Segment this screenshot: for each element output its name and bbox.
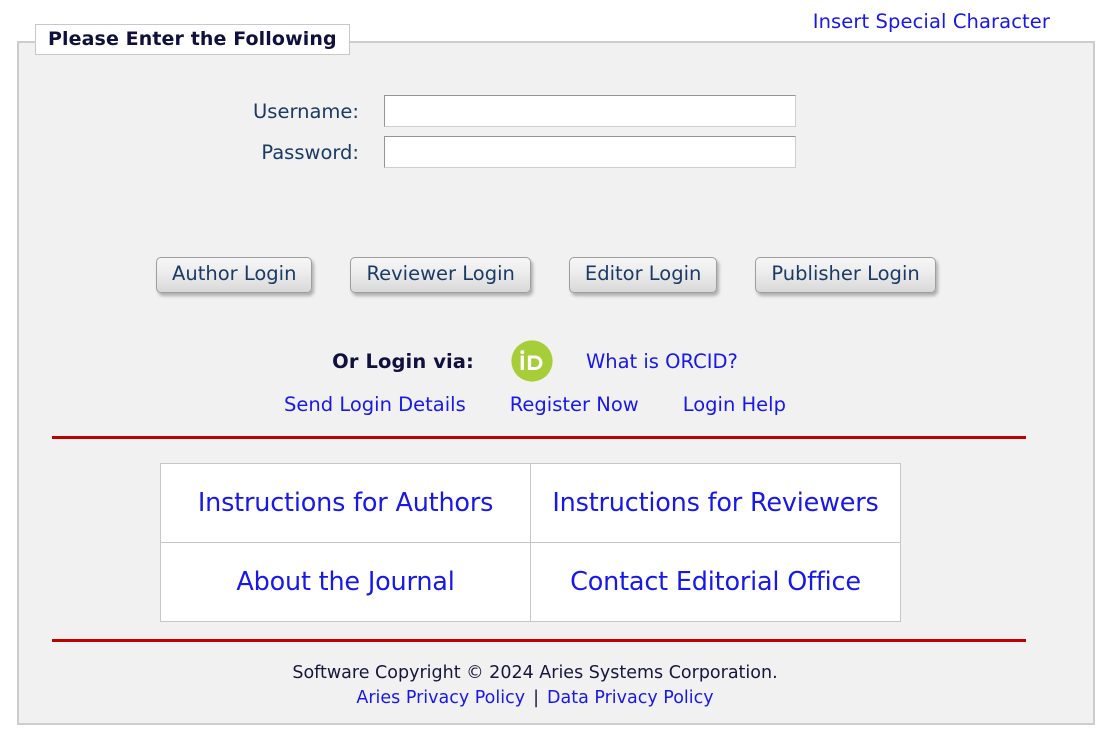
aries-privacy-policy-link[interactable]: Aries Privacy Policy [356, 688, 525, 708]
data-privacy-policy-link[interactable]: Data Privacy Policy [547, 688, 714, 708]
instructions-for-reviewers-cell[interactable]: Instructions for Reviewers [530, 463, 901, 543]
username-label: Username: [253, 99, 359, 123]
orcid-login-row: Or Login via: What is ORCID? [19, 339, 1093, 383]
credentials-form: Username: Password: [19, 95, 1093, 177]
send-login-details-link[interactable]: Send Login Details [284, 393, 466, 416]
editor-login-button[interactable]: Editor Login [568, 257, 718, 294]
instructions-for-authors-link[interactable]: Instructions for Authors [198, 488, 494, 518]
about-the-journal-link[interactable]: About the Journal [236, 567, 454, 597]
about-the-journal-cell[interactable]: About the Journal [160, 542, 531, 622]
password-input[interactable] [384, 136, 796, 168]
divider-top [52, 436, 1026, 439]
username-row: Username: [19, 95, 1093, 127]
password-label: Password: [261, 140, 359, 164]
insert-special-character-link[interactable]: Insert Special Character [813, 10, 1050, 33]
contact-editorial-office-cell[interactable]: Contact Editorial Office [530, 542, 901, 622]
orcid-id-icon[interactable] [510, 339, 554, 383]
what-is-orcid-link[interactable]: What is ORCID? [586, 350, 738, 373]
resource-links-table: Instructions for Authors Instructions fo… [160, 463, 901, 622]
instructions-for-reviewers-link[interactable]: Instructions for Reviewers [552, 488, 878, 518]
panel-legend: Please Enter the Following [35, 24, 350, 55]
reviewer-login-button[interactable]: Reviewer Login [350, 257, 531, 294]
divider-bottom [52, 639, 1026, 642]
register-now-link[interactable]: Register Now [510, 393, 639, 416]
table-row: About the Journal Contact Editorial Offi… [160, 542, 901, 622]
author-login-button[interactable]: Author Login [156, 257, 313, 294]
orcid-login-label: Or Login via: [332, 349, 474, 373]
table-row: Instructions for Authors Instructions fo… [160, 463, 901, 543]
publisher-login-button[interactable]: Publisher Login [755, 257, 936, 294]
username-input[interactable] [384, 95, 796, 127]
account-links-row: Send Login Details Register Now Login He… [19, 393, 1093, 416]
password-row: Password: [19, 136, 1093, 168]
footer-separator: | [533, 688, 540, 709]
footer-links: Aries Privacy Policy | Data Privacy Policy [19, 686, 1051, 711]
instructions-for-authors-cell[interactable]: Instructions for Authors [160, 463, 531, 543]
copyright-text: Software Copyright © 2024 Aries Systems … [292, 663, 778, 683]
footer: Software Copyright © 2024 Aries Systems … [19, 661, 1093, 712]
login-help-link[interactable]: Login Help [683, 393, 786, 416]
login-buttons-row: Author Login Reviewer Login Editor Login… [156, 257, 936, 294]
contact-editorial-office-link[interactable]: Contact Editorial Office [570, 567, 861, 597]
login-panel: Please Enter the Following Username: Pas… [17, 24, 1095, 725]
